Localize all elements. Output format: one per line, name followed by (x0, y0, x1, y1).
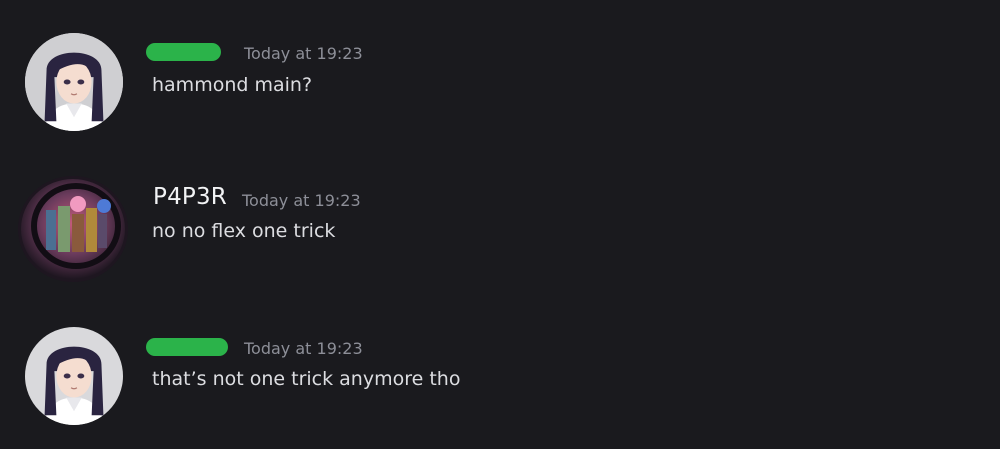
message-text: hammond main? (152, 74, 313, 96)
message-timestamp: Today at 19:23 (244, 44, 363, 63)
anime-girl-avatar-icon (25, 33, 123, 131)
message-author[interactable]: P4P3R (153, 184, 227, 210)
username-redacted[interactable] (146, 43, 221, 61)
user-avatar[interactable] (25, 33, 123, 131)
user-avatar[interactable] (18, 176, 128, 282)
message-text: no no flex one trick (152, 220, 336, 242)
username-redacted[interactable] (146, 338, 228, 356)
anime-girl-avatar-icon (25, 327, 123, 425)
message-timestamp: Today at 19:23 (244, 339, 363, 358)
user-avatar[interactable] (25, 327, 123, 425)
message-text: that’s not one trick anymore tho (152, 368, 461, 390)
chat-message-list: Today at 19:23 hammond main? P4P3R Today… (0, 0, 1000, 449)
game-characters-avatar-icon (18, 176, 128, 282)
message-timestamp: Today at 19:23 (242, 191, 361, 210)
